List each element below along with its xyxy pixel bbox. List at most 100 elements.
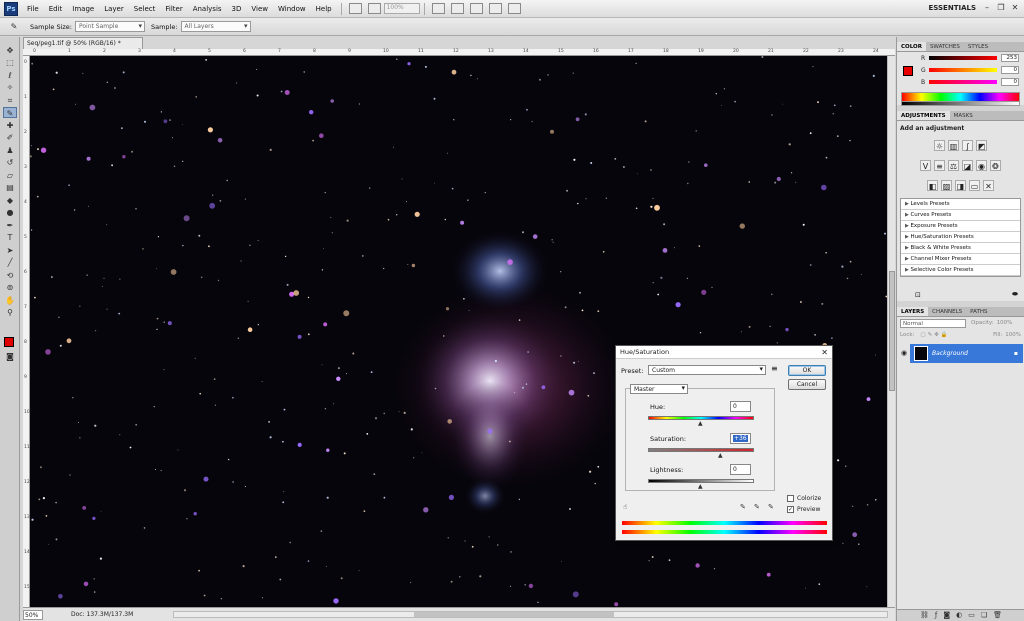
- gradient-tool-icon[interactable]: ▤: [3, 182, 17, 193]
- tab-channels[interactable]: CHANNELS: [928, 307, 966, 316]
- document-tab[interactable]: Seq/peg1.tif @ 50% (RGB/16) *: [23, 37, 143, 49]
- horizontal-scrollbar[interactable]: [173, 611, 888, 618]
- layer-background[interactable]: ◉ Background ▪: [898, 344, 1023, 363]
- pen-tool-icon[interactable]: ✒: [3, 220, 17, 231]
- preset-item[interactable]: Hue/Saturation Presets: [901, 232, 1020, 243]
- preset-item[interactable]: Channel Mixer Presets: [901, 254, 1020, 265]
- eraser-tool-icon[interactable]: ▱: [3, 170, 17, 181]
- ok-button[interactable]: OK: [788, 365, 826, 376]
- path-selection-tool-icon[interactable]: ➤: [3, 245, 17, 256]
- tab-swatches[interactable]: SWATCHES: [926, 42, 964, 51]
- adjustment-layer-icon[interactable]: ◐: [956, 610, 962, 621]
- add-to-sample-icon[interactable]: ✎: [754, 503, 760, 511]
- curves-icon[interactable]: ∫: [962, 140, 973, 151]
- lightness-slider-thumb[interactable]: ▲: [698, 483, 703, 490]
- blend-mode-select[interactable]: Normal: [900, 318, 966, 328]
- menu-file[interactable]: File: [22, 5, 44, 13]
- hue-saturation-icon[interactable]: ≡: [934, 160, 945, 171]
- dodge-tool-icon[interactable]: ●: [3, 207, 17, 218]
- menu-edit[interactable]: Edit: [44, 5, 68, 13]
- panel-expand-icon[interactable]: ⬬: [1012, 290, 1018, 299]
- zoom-level-field[interactable]: 100%: [383, 3, 420, 14]
- restore-icon[interactable]: ❐: [995, 2, 1007, 14]
- rotate-view-icon[interactable]: [469, 3, 483, 14]
- visibility-eye-icon[interactable]: ◉: [898, 344, 910, 363]
- new-layer-icon[interactable]: ❏: [981, 610, 987, 621]
- healing-brush-tool-icon[interactable]: ✚: [3, 120, 17, 131]
- preview-option[interactable]: ✓ Preview: [787, 506, 820, 513]
- marquee-tool-icon[interactable]: ⬚: [3, 57, 17, 68]
- close-icon[interactable]: ✕: [1009, 2, 1021, 14]
- type-tool-icon[interactable]: T: [3, 232, 17, 243]
- menu-filter[interactable]: Filter: [160, 5, 187, 13]
- menu-window[interactable]: Window: [273, 5, 311, 13]
- vertical-scrollbar[interactable]: [887, 56, 895, 607]
- levels-icon[interactable]: ▥: [948, 140, 959, 151]
- sample-select[interactable]: All Layers: [180, 21, 251, 32]
- threshold-icon[interactable]: ◨: [955, 180, 966, 191]
- horizontal-scroll-thumb[interactable]: [414, 612, 614, 617]
- targeted-adjustment-icon[interactable]: ☝: [623, 503, 627, 511]
- hand-tool-icon[interactable]: ✋: [3, 295, 17, 306]
- hue-slider-thumb[interactable]: ▲: [698, 420, 703, 427]
- preset-item[interactable]: Levels Presets: [901, 199, 1020, 210]
- preset-item[interactable]: Exposure Presets: [901, 221, 1020, 232]
- menu-select[interactable]: Select: [129, 5, 161, 13]
- screen-mode-icon[interactable]: [507, 3, 521, 14]
- saturation-slider-track[interactable]: [648, 448, 754, 452]
- brush-tool-icon[interactable]: ✐: [3, 132, 17, 143]
- posterize-icon[interactable]: ▨: [941, 180, 952, 191]
- black-white-icon[interactable]: ◪: [962, 160, 973, 171]
- menu-image[interactable]: Image: [67, 5, 99, 13]
- launch-bridge-icon[interactable]: [348, 3, 362, 14]
- color-balance-icon[interactable]: ⚖: [948, 160, 959, 171]
- vertical-scroll-thumb[interactable]: [889, 271, 895, 391]
- preset-item[interactable]: Curves Presets: [901, 210, 1020, 221]
- saturation-slider-thumb[interactable]: ▲: [718, 452, 723, 459]
- crop-tool-icon[interactable]: ⌗: [3, 95, 17, 106]
- blur-tool-icon[interactable]: ◆: [3, 195, 17, 206]
- menu-layer[interactable]: Layer: [99, 5, 129, 13]
- vibrance-icon[interactable]: V: [920, 160, 931, 171]
- tab-masks[interactable]: MASKS: [950, 111, 977, 120]
- link-layers-icon[interactable]: ⛓: [920, 610, 929, 621]
- eyedropper-icon[interactable]: ✎: [740, 503, 746, 511]
- dialog-title-bar[interactable]: Hue/Saturation ✕: [616, 346, 832, 359]
- document-size-info[interactable]: Doc: 137.3M/137.3M: [71, 611, 133, 618]
- channel-select[interactable]: Master: [630, 384, 688, 394]
- lightness-value-field[interactable]: 0: [730, 464, 751, 475]
- workspace-switcher[interactable]: ESSENTIALS: [929, 4, 977, 12]
- gradient-map-icon[interactable]: ▭: [969, 180, 980, 191]
- delete-layer-icon[interactable]: 🗑: [993, 610, 1002, 621]
- brightness-contrast-icon[interactable]: ☼: [934, 140, 945, 151]
- 3d-rotate-tool-icon[interactable]: ⟲: [3, 270, 17, 281]
- opacity-value[interactable]: 100%: [997, 320, 1013, 326]
- clip-to-layer-icon[interactable]: ⊡: [915, 291, 921, 299]
- menu-view[interactable]: View: [246, 5, 273, 13]
- grayscale-ramp[interactable]: [901, 102, 1020, 106]
- foreground-color-swatch[interactable]: [4, 337, 14, 347]
- exposure-icon[interactable]: ◩: [976, 140, 987, 151]
- history-brush-tool-icon[interactable]: ↺: [3, 157, 17, 168]
- eyedropper-tool-icon[interactable]: ✎: [3, 107, 17, 118]
- colorize-option[interactable]: Colorize: [787, 495, 821, 502]
- selective-color-icon[interactable]: ✕: [983, 180, 994, 191]
- channel-mixer-icon[interactable]: ❂: [990, 160, 1001, 171]
- saturation-value-field[interactable]: +36: [730, 433, 751, 444]
- quick-mask-icon[interactable]: ◙: [3, 351, 17, 362]
- zoom-tool-icon[interactable]: ⚲: [3, 307, 17, 318]
- green-slider[interactable]: [929, 68, 997, 72]
- zoom-tool-icon[interactable]: [450, 3, 464, 14]
- preset-item[interactable]: Black & White Presets: [901, 243, 1020, 254]
- view-extras-icon[interactable]: [367, 3, 381, 14]
- menu-help[interactable]: Help: [311, 5, 337, 13]
- group-icon[interactable]: ▭: [968, 610, 975, 621]
- colorize-checkbox[interactable]: [787, 495, 794, 502]
- fill-value[interactable]: 100%: [1005, 332, 1021, 338]
- preset-select[interactable]: Custom: [648, 365, 766, 375]
- sample-size-select[interactable]: Point Sample: [74, 21, 145, 32]
- hand-tool-icon[interactable]: [431, 3, 445, 14]
- status-zoom-field[interactable]: 50%: [23, 609, 43, 620]
- tab-layers[interactable]: LAYERS: [897, 307, 929, 316]
- tab-paths[interactable]: PATHS: [966, 307, 991, 316]
